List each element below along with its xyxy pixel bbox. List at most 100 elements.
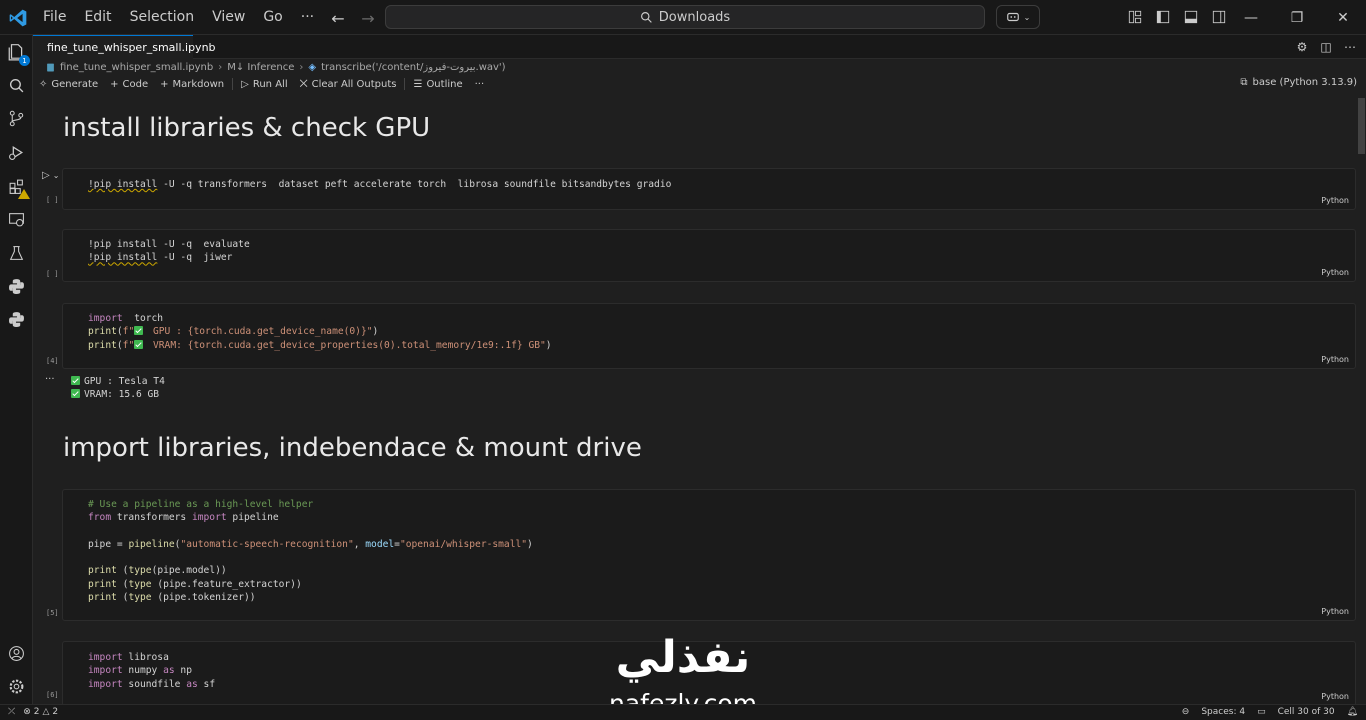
code-cell[interactable]: import torch print(f" GPU : {torch.cuda.…: [62, 303, 1356, 369]
code-cell[interactable]: # Use a pipeline as a high-level helper …: [62, 489, 1356, 621]
check-icon: [71, 389, 80, 398]
remote-explorer-icon[interactable]: [5, 208, 27, 230]
navigation-arrows: ← →: [326, 6, 380, 30]
explorer-icon[interactable]: 1: [5, 41, 30, 66]
code-block: !pip install -U -q evaluate !pip install…: [88, 239, 250, 264]
tab-notebook[interactable]: fine_tune_whisper_small.ipynb: [33, 35, 216, 59]
toolbar-divider: [232, 78, 234, 90]
status-right: ⊖ Spaces: 4 ▭ Cell 30 of 30 🔔︎: [1182, 707, 1358, 717]
kernel-picker[interactable]: ⧉ base (Python 3.13.9): [1240, 77, 1357, 88]
execution-count: [ ]: [46, 270, 59, 278]
toggle-secondary-sidebar-icon[interactable]: [1208, 6, 1230, 28]
generate-label: Generate: [51, 78, 99, 90]
sparkle-icon: ✧: [39, 78, 48, 90]
plus-icon: +: [110, 78, 119, 90]
toggle-primary-sidebar-icon[interactable]: [1152, 6, 1174, 28]
generate-button[interactable]: ✧ Generate: [33, 79, 104, 90]
plus-icon: +: [160, 78, 169, 90]
clear-outputs-button[interactable]: ⨉ Clear All Outputs: [294, 79, 403, 90]
account-icon[interactable]: [5, 642, 27, 664]
cell-language[interactable]: Python: [1321, 692, 1349, 701]
breadcrumb-section[interactable]: M↓ Inference: [227, 62, 294, 73]
remote-indicator-icon[interactable]: ⤫: [8, 707, 15, 717]
add-markdown-cell-button[interactable]: + Markdown: [154, 79, 230, 90]
cell-language[interactable]: Python: [1321, 355, 1349, 364]
notebook-settings-gear-icon[interactable]: ⚙: [1294, 39, 1310, 55]
execution-count: [4]: [46, 357, 59, 365]
testing-flask-icon[interactable]: [5, 242, 27, 264]
menu-more[interactable]: ···: [292, 0, 323, 35]
zoom-icon[interactable]: ⊖: [1182, 707, 1190, 717]
python-icon[interactable]: [5, 275, 27, 297]
warning-count: 2: [52, 707, 59, 717]
chevron-down-icon: ⌄: [52, 171, 60, 180]
warning-icon: △: [42, 707, 50, 717]
execution-count: [ ]: [46, 196, 59, 204]
cell-language[interactable]: Python: [1321, 607, 1349, 616]
menu-go[interactable]: Go: [254, 0, 291, 35]
breadcrumb-file[interactable]: fine_tune_whisper_small.ipynb: [60, 62, 213, 73]
settings-gear-icon[interactable]: [5, 675, 27, 697]
search-icon: [640, 11, 652, 23]
minimize-icon[interactable]: —: [1228, 0, 1274, 35]
code-cell[interactable]: !pip install -U -q evaluate !pip install…: [62, 229, 1356, 282]
chevron-right-icon: ›: [299, 61, 304, 73]
menu-view[interactable]: View: [203, 0, 254, 35]
indentation-status[interactable]: Spaces: 4: [1201, 707, 1245, 717]
python-environments-icon[interactable]: [5, 308, 27, 330]
menu-edit[interactable]: Edit: [75, 0, 120, 35]
scrollbar-thumb[interactable]: [1358, 98, 1365, 154]
cell-language[interactable]: Python: [1321, 196, 1349, 205]
code-label: Code: [122, 78, 149, 90]
execution-count: [5]: [46, 609, 59, 617]
notifications-bell-icon[interactable]: 🔔︎: [1347, 707, 1358, 717]
menu-selection[interactable]: Selection: [121, 0, 204, 35]
execution-count: [6]: [46, 691, 59, 699]
menu-file[interactable]: File: [34, 0, 75, 35]
run-debug-icon[interactable]: [5, 141, 27, 163]
problems-indicator[interactable]: ⊗ 2 △ 2: [23, 707, 58, 717]
cell-language[interactable]: Python: [1321, 268, 1349, 277]
vscode-logo-icon: [9, 9, 27, 27]
chevron-right-icon: ›: [218, 61, 223, 73]
cell-position-status[interactable]: Cell 30 of 30: [1278, 707, 1335, 717]
layout-controls: [1124, 6, 1230, 28]
extensions-icon[interactable]: [5, 175, 30, 199]
code-cell[interactable]: !pip install -U -q transformers dataset …: [62, 168, 1356, 210]
chevron-down-icon: ⌄: [1023, 12, 1031, 22]
more-actions-icon[interactable]: ⋯: [1342, 39, 1358, 55]
notebook-editor: install libraries & check GPU ▷ ⌄ [ ] !pi…: [33, 96, 1357, 704]
toggle-panel-icon[interactable]: [1180, 6, 1202, 28]
markdown-heading-1[interactable]: install libraries & check GPU: [63, 113, 430, 143]
close-icon[interactable]: ✕: [1320, 0, 1366, 35]
source-control-icon[interactable]: [5, 107, 27, 129]
code-block: import librosa import numpy as np import…: [88, 652, 216, 690]
search-icon[interactable]: [5, 74, 27, 96]
toolbar-divider: [404, 78, 406, 90]
outline-button[interactable]: ☰ Outline: [407, 79, 468, 90]
vertical-scrollbar[interactable]: [1357, 96, 1366, 704]
status-bar: ⤫ ⊗ 2 △ 2 ⊖ Spaces: 4 ▭ Cell 30 of 30 🔔︎: [0, 704, 1366, 720]
add-code-cell-button[interactable]: + Code: [104, 79, 154, 90]
run-all-button[interactable]: ▷ Run All: [235, 79, 293, 90]
run-cell-button[interactable]: ▷ ⌄: [42, 170, 59, 181]
forward-arrow-icon[interactable]: →: [356, 6, 380, 30]
code-line: !pip install -U -q transformers dataset …: [88, 179, 672, 190]
kernel-label: base (Python 3.13.9): [1252, 77, 1357, 88]
output-actions-icon[interactable]: ···: [45, 374, 55, 385]
toolbar-more-button[interactable]: ···: [469, 79, 491, 90]
clear-all-icon: ⨉: [299, 78, 308, 90]
explorer-badge: 1: [19, 55, 30, 66]
restore-icon[interactable]: ❐: [1274, 0, 1320, 35]
run-all-label: Run All: [252, 78, 288, 90]
copilot-button[interactable]: ⌄: [996, 5, 1040, 29]
notebook-file-icon: [47, 63, 54, 71]
back-arrow-icon[interactable]: ←: [326, 6, 350, 30]
markdown-heading-2[interactable]: import libraries, indebendace & mount dr…: [63, 433, 642, 463]
command-center-search[interactable]: Downloads: [385, 5, 985, 29]
run-cell-icon: ▷: [42, 170, 50, 181]
customize-layout-icon[interactable]: [1124, 6, 1146, 28]
breadcrumb-cell[interactable]: transcribe('/content/بيروت-فيروز.wav'): [321, 62, 506, 73]
split-editor-icon[interactable]: ◫: [1318, 39, 1334, 55]
editor-tab-bar: fine_tune_whisper_small.ipynb ⚙ ◫ ⋯: [33, 35, 1366, 59]
